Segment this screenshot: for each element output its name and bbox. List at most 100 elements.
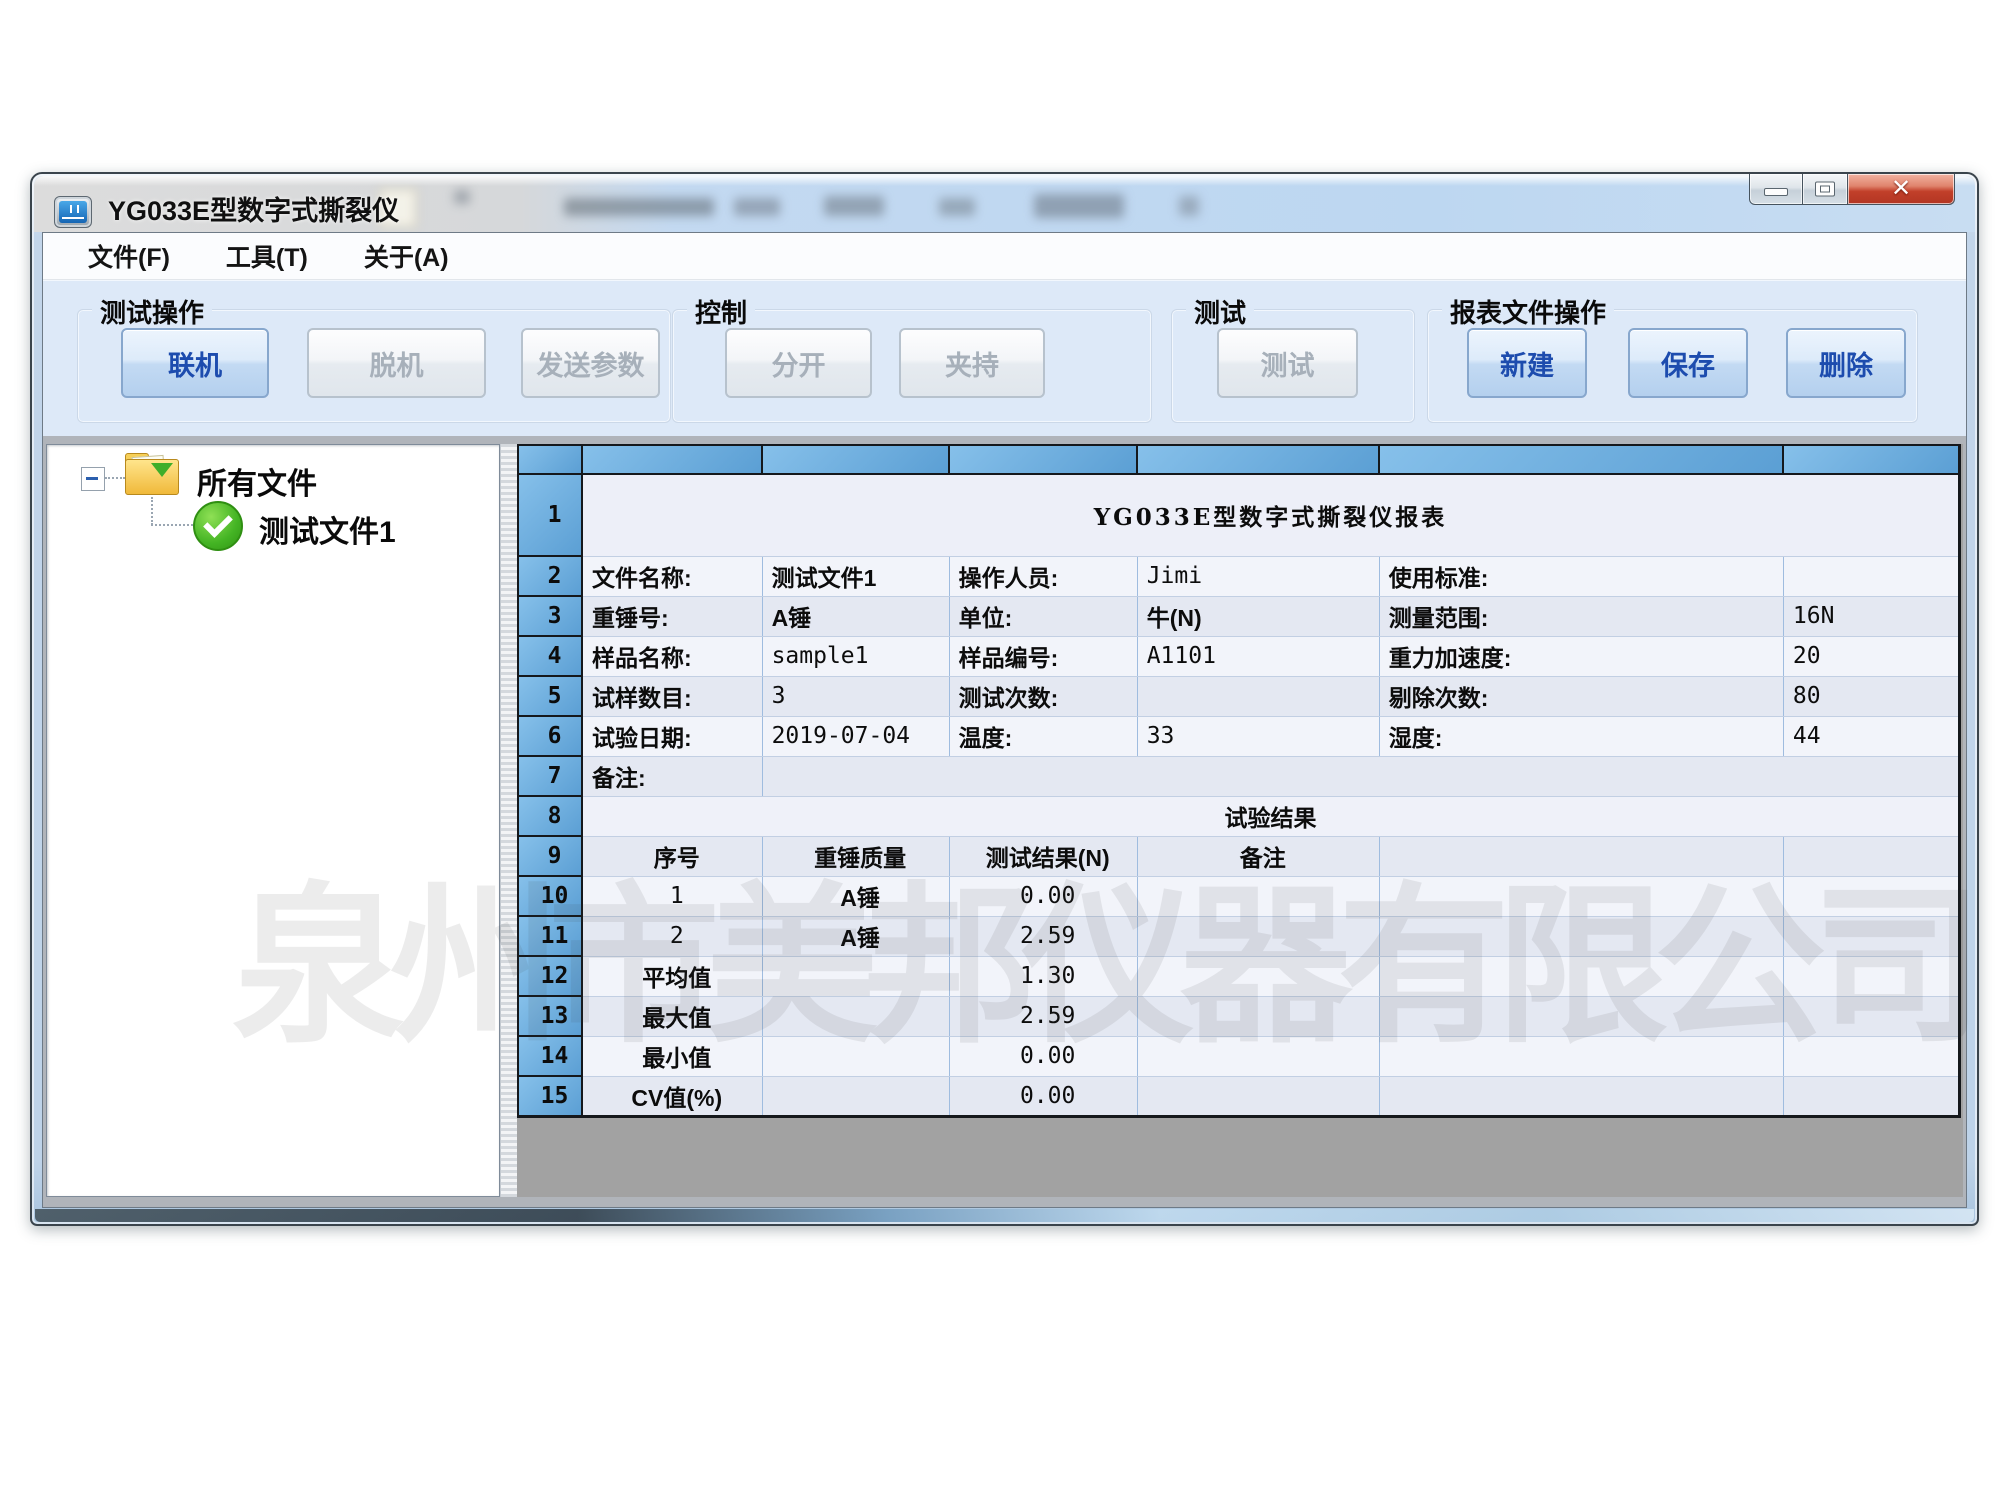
report-title[interactable]: YG033E型数字式撕裂仪报表 [582,474,1959,556]
grid-cell[interactable] [1137,956,1379,996]
tree-item-test-file-1[interactable]: 测试文件1 [259,507,396,551]
send-params-button[interactable]: 发送参数 [521,328,660,398]
test-times-label[interactable]: 测试次数: [949,676,1137,716]
grid-cell[interactable] [1783,916,1959,956]
disconnect-button[interactable]: 脱机 [307,328,486,398]
grid-header-cell[interactable] [949,445,1137,474]
grid-cell[interactable] [762,1036,949,1076]
grid-cell[interactable] [1137,1036,1379,1076]
grid-cell[interactable] [1379,956,1783,996]
grid-cell[interactable] [1379,876,1783,916]
row-number[interactable]: 10 [518,876,582,916]
temperature-value[interactable]: 33 [1137,716,1379,756]
specimen-count-value[interactable]: 3 [762,676,949,716]
col-重锤质量[interactable]: 重锤质量 [762,836,949,876]
save-button[interactable]: 保存 [1628,328,1748,398]
result-hammer[interactable]: A锤 [762,876,949,916]
panel-splitter[interactable] [500,444,518,1197]
tree-item-all-files[interactable]: 所有文件 [197,459,317,503]
row-number[interactable]: 13 [518,996,582,1036]
gravity-label[interactable]: 重力加速度: [1379,636,1783,676]
col-序号[interactable]: 序号 [582,836,762,876]
grid-cell[interactable] [1783,836,1959,876]
sample-no-label[interactable]: 样品编号: [949,636,1137,676]
reject-times-value[interactable]: 80 [1783,676,1959,716]
delete-button[interactable]: 删除 [1786,328,1906,398]
specimen-count-label[interactable]: 试样数目: [582,676,762,716]
operator-label[interactable]: 操作人员: [949,556,1137,596]
test-date-value[interactable]: 2019-07-04 [762,716,949,756]
stat-max-label[interactable]: 最大值 [582,996,762,1036]
remark-value[interactable] [762,756,1959,796]
tree-collapse-icon[interactable] [81,467,105,491]
stat-cv-label[interactable]: CV值(%) [582,1076,762,1117]
stat-max-value[interactable]: 2.59 [949,996,1137,1036]
grid-cell[interactable] [1379,1036,1783,1076]
sample-name-value[interactable]: sample1 [762,636,949,676]
grid-cell[interactable] [1137,1076,1379,1117]
grid-corner-cell[interactable] [518,445,582,474]
standard-label[interactable]: 使用标准: [1379,556,1783,596]
humidity-value[interactable]: 44 [1783,716,1959,756]
col-备注[interactable]: 备注 [1137,836,1379,876]
grid-cell[interactable] [1783,1076,1959,1117]
hammer-value[interactable]: A锤 [762,596,949,636]
test-date-label[interactable]: 试验日期: [582,716,762,756]
grid-header-cell[interactable] [582,445,762,474]
result-remark[interactable] [1137,916,1379,956]
grid-cell[interactable] [1783,1036,1959,1076]
row-number[interactable]: 14 [518,1036,582,1076]
result-index[interactable]: 2 [582,916,762,956]
grid-cell[interactable] [762,956,949,996]
new-button[interactable]: 新建 [1467,328,1587,398]
result-value[interactable]: 2.59 [949,916,1137,956]
stat-average-label[interactable]: 平均值 [582,956,762,996]
humidity-label[interactable]: 湿度: [1379,716,1783,756]
row-number[interactable]: 5 [518,676,582,716]
minimize-button[interactable] [1749,174,1803,205]
row-number[interactable]: 1 [518,474,582,556]
row-number[interactable]: 4 [518,636,582,676]
grid-cell[interactable] [1783,996,1959,1036]
row-number[interactable]: 15 [518,1076,582,1117]
row-number[interactable]: 3 [518,596,582,636]
grid-cell[interactable] [1783,876,1959,916]
row-number[interactable]: 8 [518,796,582,836]
sample-name-label[interactable]: 样品名称: [582,636,762,676]
grid-header-cell[interactable] [1379,445,1783,474]
close-button[interactable]: ✕ [1847,174,1955,205]
operator-value[interactable]: Jimi [1137,556,1379,596]
row-number[interactable]: 12 [518,956,582,996]
menu-file[interactable]: 文件(F) [88,238,170,274]
gravity-value[interactable]: 20 [1783,636,1959,676]
grid-header-cell[interactable] [762,445,949,474]
result-remark[interactable] [1137,876,1379,916]
file-name-label[interactable]: 文件名称: [582,556,762,596]
temperature-label[interactable]: 温度: [949,716,1137,756]
grid-cell[interactable] [1379,1076,1783,1117]
result-value[interactable]: 0.00 [949,876,1137,916]
grid-cell[interactable] [1379,996,1783,1036]
stat-cv-value[interactable]: 0.00 [949,1076,1137,1117]
row-number[interactable]: 11 [518,916,582,956]
stat-min-value[interactable]: 0.00 [949,1036,1137,1076]
connect-button[interactable]: 联机 [121,328,269,398]
row-number[interactable]: 2 [518,556,582,596]
stat-min-label[interactable]: 最小值 [582,1036,762,1076]
standard-value[interactable] [1783,556,1959,596]
stat-average-value[interactable]: 1.30 [949,956,1137,996]
unit-value[interactable]: 牛(N) [1137,596,1379,636]
row-number[interactable]: 9 [518,836,582,876]
titlebar[interactable]: YG033E型数字式撕裂仪 [34,176,1975,232]
grid-header-cell[interactable] [1783,445,1959,474]
range-label[interactable]: 测量范围: [1379,596,1783,636]
result-hammer[interactable]: A锤 [762,916,949,956]
menu-about[interactable]: 关于(A) [364,238,449,274]
grid-cell[interactable] [1379,916,1783,956]
unit-label[interactable]: 单位: [949,596,1137,636]
maximize-button[interactable] [1802,174,1848,205]
row-number[interactable]: 7 [518,756,582,796]
grid-cell[interactable] [1137,996,1379,1036]
reject-times-label[interactable]: 剔除次数: [1379,676,1783,716]
hammer-label[interactable]: 重锤号: [582,596,762,636]
